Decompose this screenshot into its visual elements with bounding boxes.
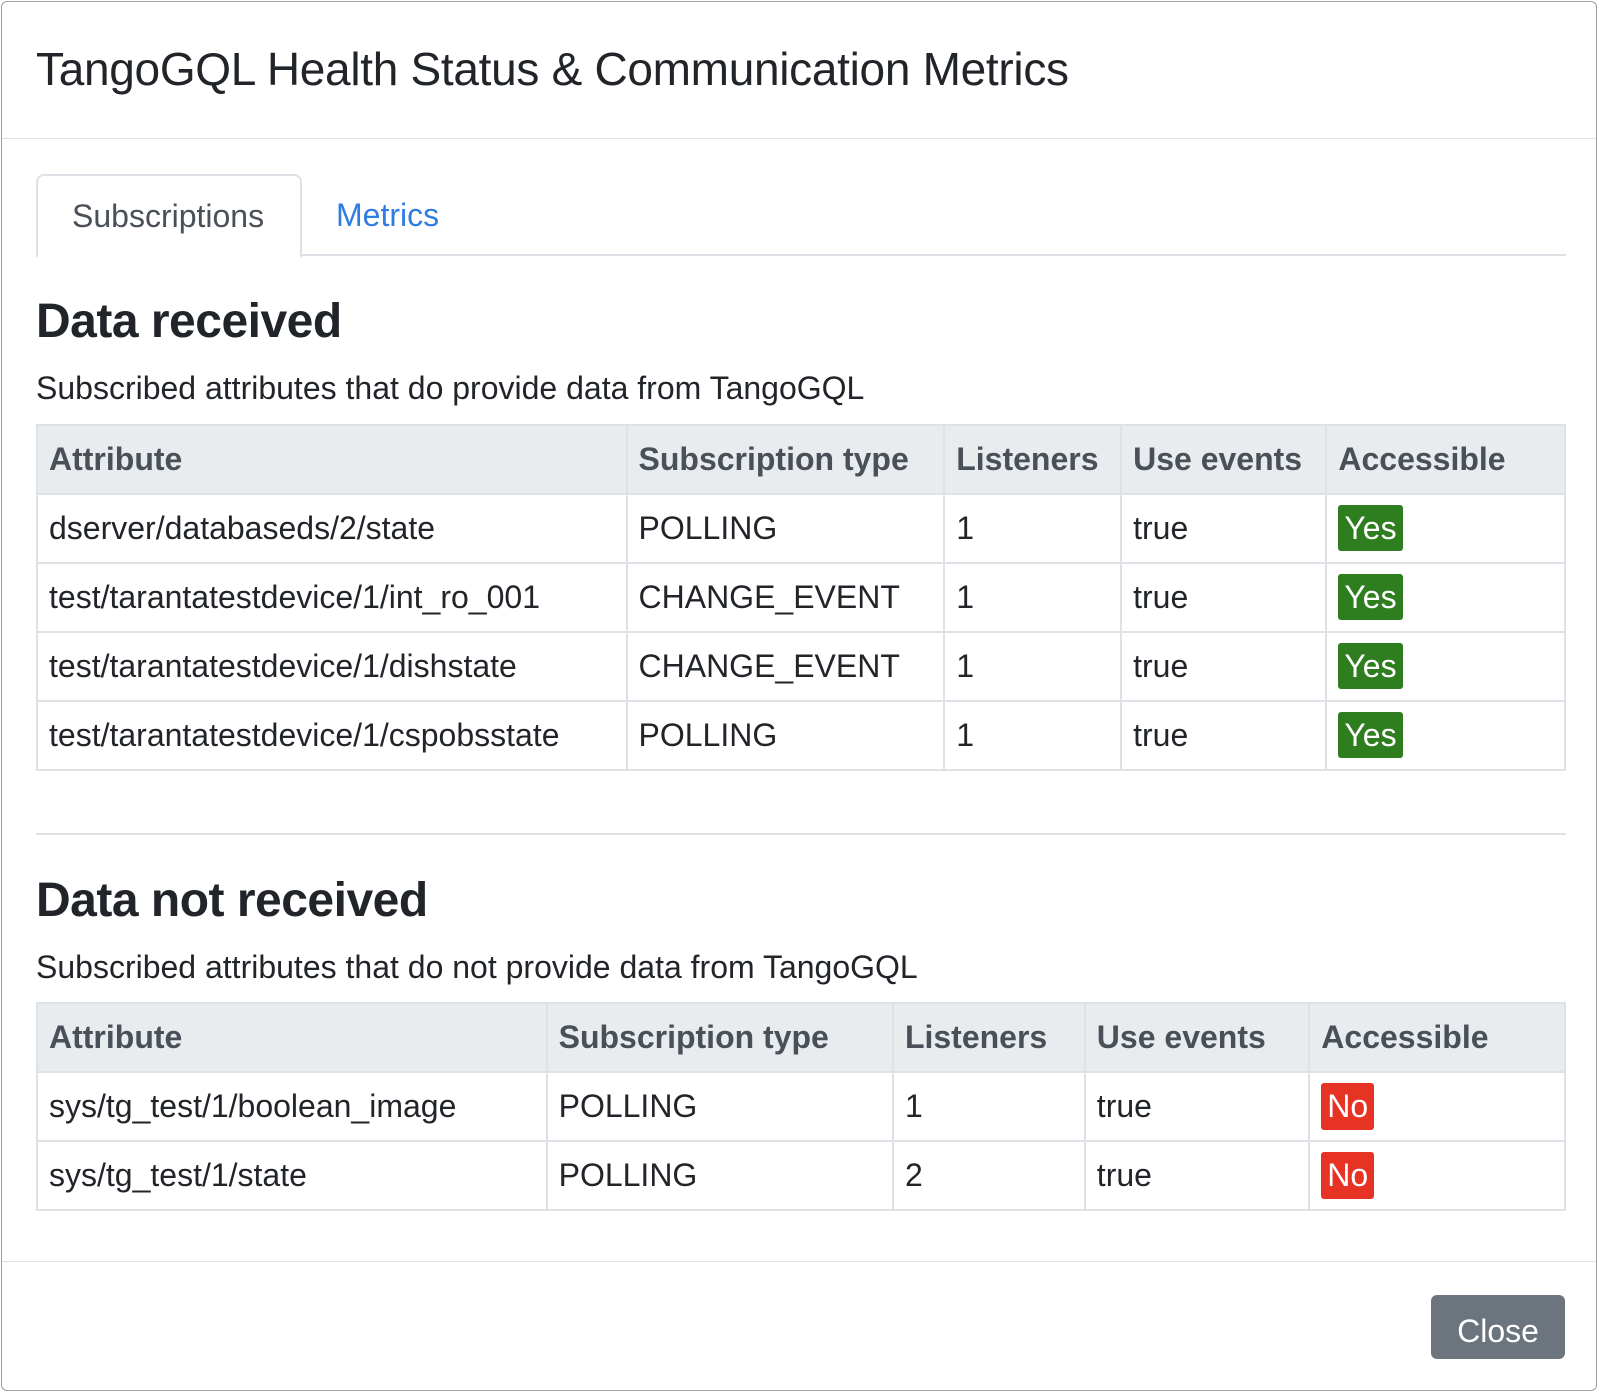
subscription-type-cell: CHANGE_EVENT	[625, 561, 946, 633]
column-header-listeners: Listeners	[891, 1002, 1086, 1074]
dialog-header: TangoGQL Health Status & Communication M…	[2, 2, 1596, 139]
column-header-attribute: Attribute	[36, 423, 628, 495]
column-header-accessible: Accessible	[1325, 423, 1566, 495]
tab-subscriptions[interactable]: Subscriptions	[36, 174, 302, 258]
attribute-cell: test/tarantatestdevice/1/int_ro_001	[36, 561, 628, 633]
dialog-footer: Close	[2, 1261, 1596, 1390]
use-events-cell: true	[1083, 1140, 1311, 1212]
accessible-badge: Yes	[1338, 573, 1403, 621]
accessible-cell: Yes	[1325, 561, 1566, 633]
received-section-subtitle: Subscribed attributes that do provide da…	[36, 370, 865, 407]
column-header-subscription-type: Subscription type	[545, 1002, 894, 1074]
received-section-title: Data received	[36, 295, 342, 348]
use-events-cell: true	[1120, 699, 1328, 771]
subscription-type-cell: POLLING	[545, 1140, 894, 1212]
column-header-use-events: Use events	[1083, 1002, 1311, 1074]
listeners-cell: 1	[891, 1071, 1086, 1143]
accessible-badge: Yes	[1338, 642, 1403, 690]
table-row: sys/tg_test/1/boolean_image POLLING 1 true N…	[36, 1071, 1566, 1143]
table-header-row: Attribute Subscription type Listeners Us…	[36, 1002, 1566, 1074]
attribute-cell: dserver/databaseds/2/state	[36, 492, 628, 564]
attribute-cell: test/tarantatestdevice/1/dishstate	[36, 630, 628, 702]
table-row: dserver/databaseds/2/state POLLING 1 true Ye…	[36, 492, 1566, 564]
dialog-body: Subscriptions Metrics Data received Subs…	[2, 139, 1596, 1264]
section-divider	[36, 832, 1566, 835]
use-events-cell: true	[1083, 1071, 1311, 1143]
attribute-cell: sys/tg_test/1/state	[36, 1140, 548, 1212]
dialog-title: TangoGQL Health Status & Communication M…	[36, 43, 1069, 95]
listeners-cell: 1	[943, 699, 1123, 771]
subscription-type-cell: POLLING	[545, 1071, 894, 1143]
not-received-table: Attribute Subscription type Listeners Us…	[36, 1002, 1566, 1212]
table-row: sys/tg_test/1/state POLLING 2 true No	[36, 1140, 1566, 1212]
health-status-dialog: TangoGQL Health Status & Communication M…	[1, 1, 1597, 1391]
not-received-section-subtitle: Subscribed attributes that do not provid…	[36, 948, 918, 985]
listeners-cell: 2	[891, 1140, 1086, 1212]
attribute-cell: test/tarantatestdevice/1/cspobsstate	[36, 699, 628, 771]
column-header-use-events: Use events	[1120, 423, 1328, 495]
attribute-cell: sys/tg_test/1/boolean_image	[36, 1071, 548, 1143]
accessible-cell: No	[1308, 1071, 1566, 1143]
accessible-cell: Yes	[1325, 492, 1566, 564]
table-header-row: Attribute Subscription type Listeners Us…	[36, 423, 1566, 495]
column-header-attribute: Attribute	[36, 1002, 548, 1074]
accessible-badge: Yes	[1338, 711, 1403, 759]
accessible-cell: Yes	[1325, 699, 1566, 771]
received-table: Attribute Subscription type Listeners Us…	[36, 423, 1566, 771]
column-header-accessible: Accessible	[1308, 1002, 1566, 1074]
column-header-subscription-type: Subscription type	[625, 423, 946, 495]
use-events-cell: true	[1120, 561, 1328, 633]
listeners-cell: 1	[943, 561, 1123, 633]
close-button[interactable]: Close	[1431, 1295, 1565, 1359]
tab-bar: Subscriptions Metrics	[36, 174, 1566, 258]
table-row: test/tarantatestdevice/1/cspobsstate POLL…	[36, 699, 1566, 771]
accessible-badge: No	[1321, 1083, 1375, 1130]
subscription-type-cell: CHANGE_EVENT	[625, 630, 946, 702]
subscription-type-cell: POLLING	[625, 492, 946, 564]
accessible-badge: Yes	[1338, 504, 1403, 552]
use-events-cell: true	[1120, 630, 1328, 702]
accessible-cell: Yes	[1325, 630, 1566, 702]
not-received-section-title: Data not received	[36, 873, 428, 927]
listeners-cell: 1	[943, 492, 1123, 564]
subscription-type-cell: POLLING	[625, 699, 946, 771]
accessible-cell: No	[1308, 1140, 1566, 1212]
table-row: test/tarantatestdevice/1/int_ro_001 CHANG…	[36, 561, 1566, 633]
accessible-badge: No	[1321, 1152, 1375, 1199]
use-events-cell: true	[1120, 492, 1328, 564]
listeners-cell: 1	[943, 630, 1123, 702]
column-header-listeners: Listeners	[943, 423, 1123, 495]
tab-metrics[interactable]: Metrics	[302, 174, 473, 256]
table-row: test/tarantatestdevice/1/dishstate CHANGE…	[36, 630, 1566, 702]
